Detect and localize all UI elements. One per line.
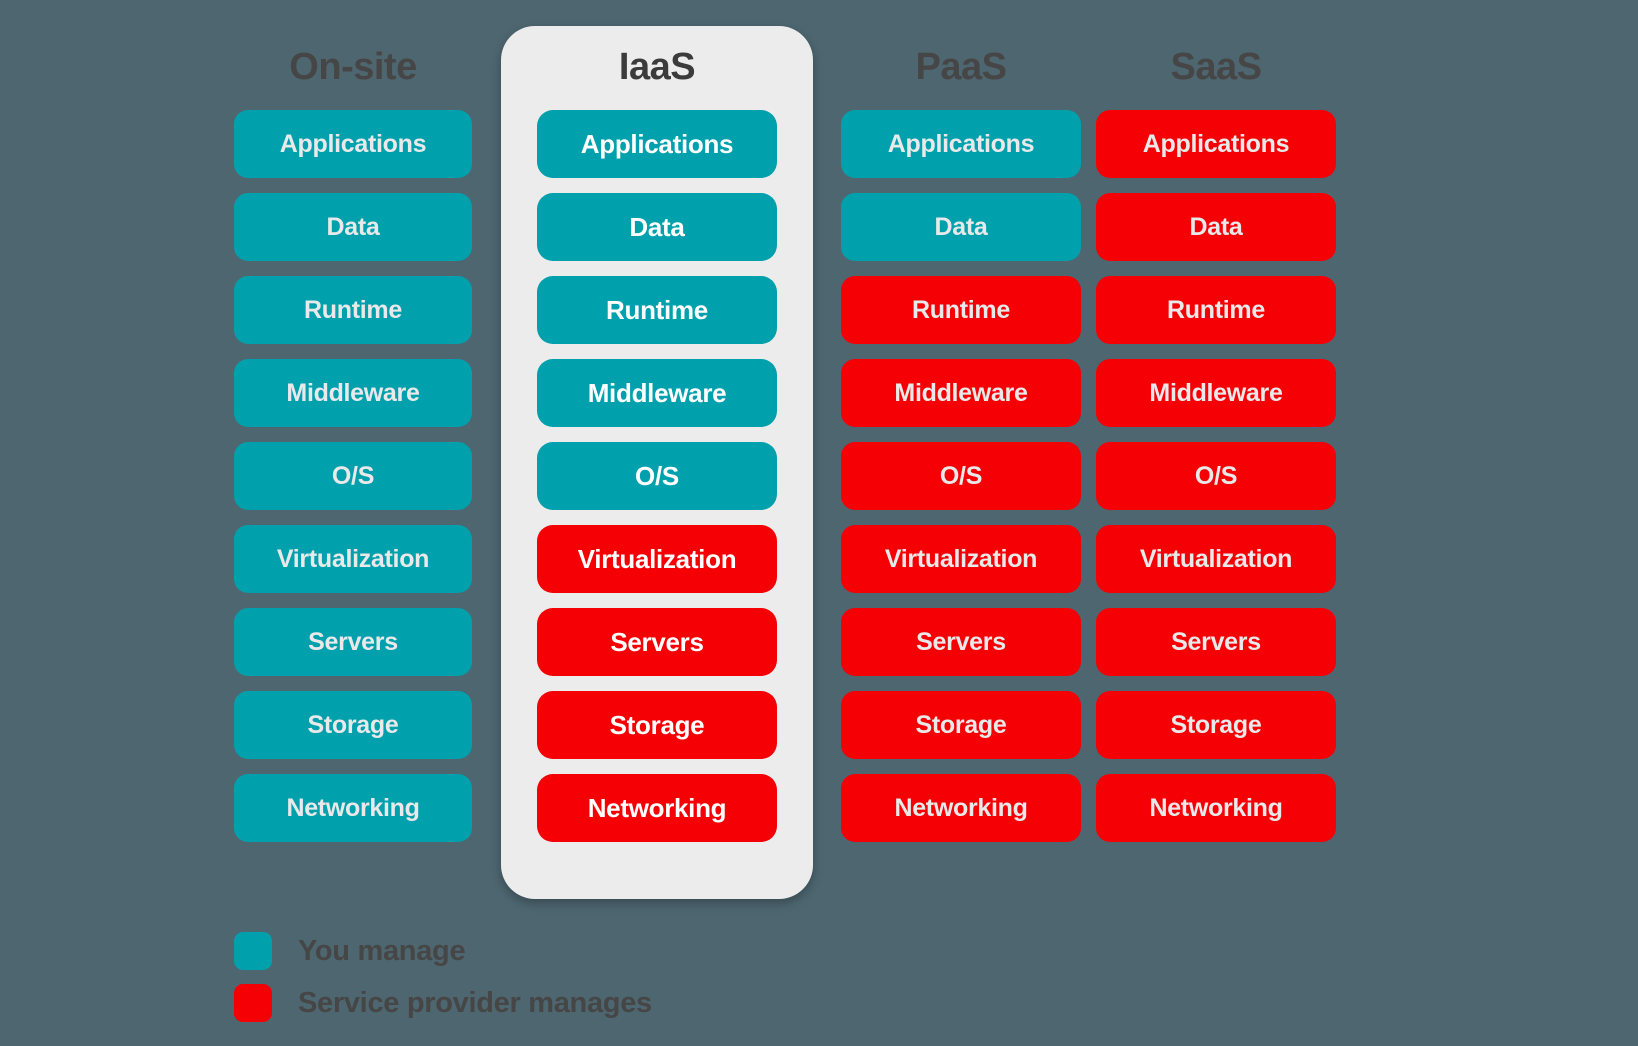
column-saas: SaaS Applications Data Runtime Middleware O/… [1096, 36, 1336, 842]
layer-pill-on-site-middleware[interactable]: Middleware [234, 359, 472, 427]
layer-pill-paas-virtualization[interactable]: Virtualization [841, 525, 1081, 593]
column-title-on-site: On-site [289, 46, 417, 88]
layer-pill-iaas-data[interactable]: Data [537, 193, 777, 261]
layer-pill-paas-middleware[interactable]: Middleware [841, 359, 1081, 427]
legend-swatch-manage [234, 932, 272, 970]
layer-list-paas: Applications Data Runtime Middleware O/S Virt… [841, 110, 1081, 842]
layer-pill-iaas-runtime[interactable]: Runtime [537, 276, 777, 344]
layer-pill-paas-applications[interactable]: Applications [841, 110, 1081, 178]
layer-pill-saas-applications[interactable]: Applications [1096, 110, 1336, 178]
column-paas: PaaS Applications Data Runtime Middleware O/… [841, 36, 1081, 842]
layer-pill-iaas-middleware[interactable]: Middleware [537, 359, 777, 427]
layer-pill-paas-storage[interactable]: Storage [841, 691, 1081, 759]
layer-pill-saas-storage[interactable]: Storage [1096, 691, 1336, 759]
layer-pill-on-site-virtualization[interactable]: Virtualization [234, 525, 472, 593]
layer-list-saas: Applications Data Runtime Middleware O/S Virt… [1096, 110, 1336, 842]
layer-pill-on-site-applications[interactable]: Applications [234, 110, 472, 178]
layer-pill-paas-networking[interactable]: Networking [841, 774, 1081, 842]
layer-pill-iaas-virtualization[interactable]: Virtualization [537, 525, 777, 593]
layer-pill-iaas-storage[interactable]: Storage [537, 691, 777, 759]
layer-pill-saas-servers[interactable]: Servers [1096, 608, 1336, 676]
layer-pill-saas-runtime[interactable]: Runtime [1096, 276, 1336, 344]
layer-pill-paas-o-s[interactable]: O/S [841, 442, 1081, 510]
column-on-site: On-site Applications Data Runtime Middlewar… [234, 36, 472, 842]
column-title-paas: PaaS [915, 46, 1007, 88]
layer-pill-on-site-storage[interactable]: Storage [234, 691, 472, 759]
layer-pill-iaas-applications[interactable]: Applications [537, 110, 777, 178]
column-title-iaas: IaaS [618, 46, 696, 88]
service-model-columns: On-site Applications Data Runtime Middlewar… [0, 0, 1638, 1046]
layer-pill-paas-servers[interactable]: Servers [841, 608, 1081, 676]
layer-pill-on-site-networking[interactable]: Networking [234, 774, 472, 842]
layer-pill-iaas-o-s[interactable]: O/S [537, 442, 777, 510]
legend: You manage Service provider manages [234, 925, 652, 1029]
layer-pill-paas-data[interactable]: Data [841, 193, 1081, 261]
legend-swatch-provider [234, 984, 272, 1022]
legend-row-you-manage: You manage [234, 925, 652, 977]
column-iaas: IaaS Applications Data Runtime Middleware O/… [537, 36, 777, 842]
layer-pill-iaas-networking[interactable]: Networking [537, 774, 777, 842]
layer-pill-on-site-runtime[interactable]: Runtime [234, 276, 472, 344]
layer-pill-saas-networking[interactable]: Networking [1096, 774, 1336, 842]
layer-pill-saas-virtualization[interactable]: Virtualization [1096, 525, 1336, 593]
layer-list-iaas: Applications Data Runtime Middleware O/S Virt… [537, 110, 777, 842]
legend-label-provider: Service provider manages [298, 986, 652, 1019]
layer-pill-iaas-servers[interactable]: Servers [537, 608, 777, 676]
legend-row-service-provider-manages: Service provider manages [234, 977, 652, 1029]
layer-list-on-site: Applications Data Runtime Middleware O/S Virt… [234, 110, 472, 842]
layer-pill-on-site-data[interactable]: Data [234, 193, 472, 261]
cloud-responsibility-diagram: On-site Applications Data Runtime Middlewar… [0, 0, 1638, 1046]
legend-label-manage: You manage [298, 934, 466, 967]
layer-pill-saas-data[interactable]: Data [1096, 193, 1336, 261]
layer-pill-saas-middleware[interactable]: Middleware [1096, 359, 1336, 427]
column-title-saas: SaaS [1170, 46, 1262, 88]
layer-pill-saas-o-s[interactable]: O/S [1096, 442, 1336, 510]
layer-pill-paas-runtime[interactable]: Runtime [841, 276, 1081, 344]
layer-pill-on-site-servers[interactable]: Servers [234, 608, 472, 676]
layer-pill-on-site-o-s[interactable]: O/S [234, 442, 472, 510]
